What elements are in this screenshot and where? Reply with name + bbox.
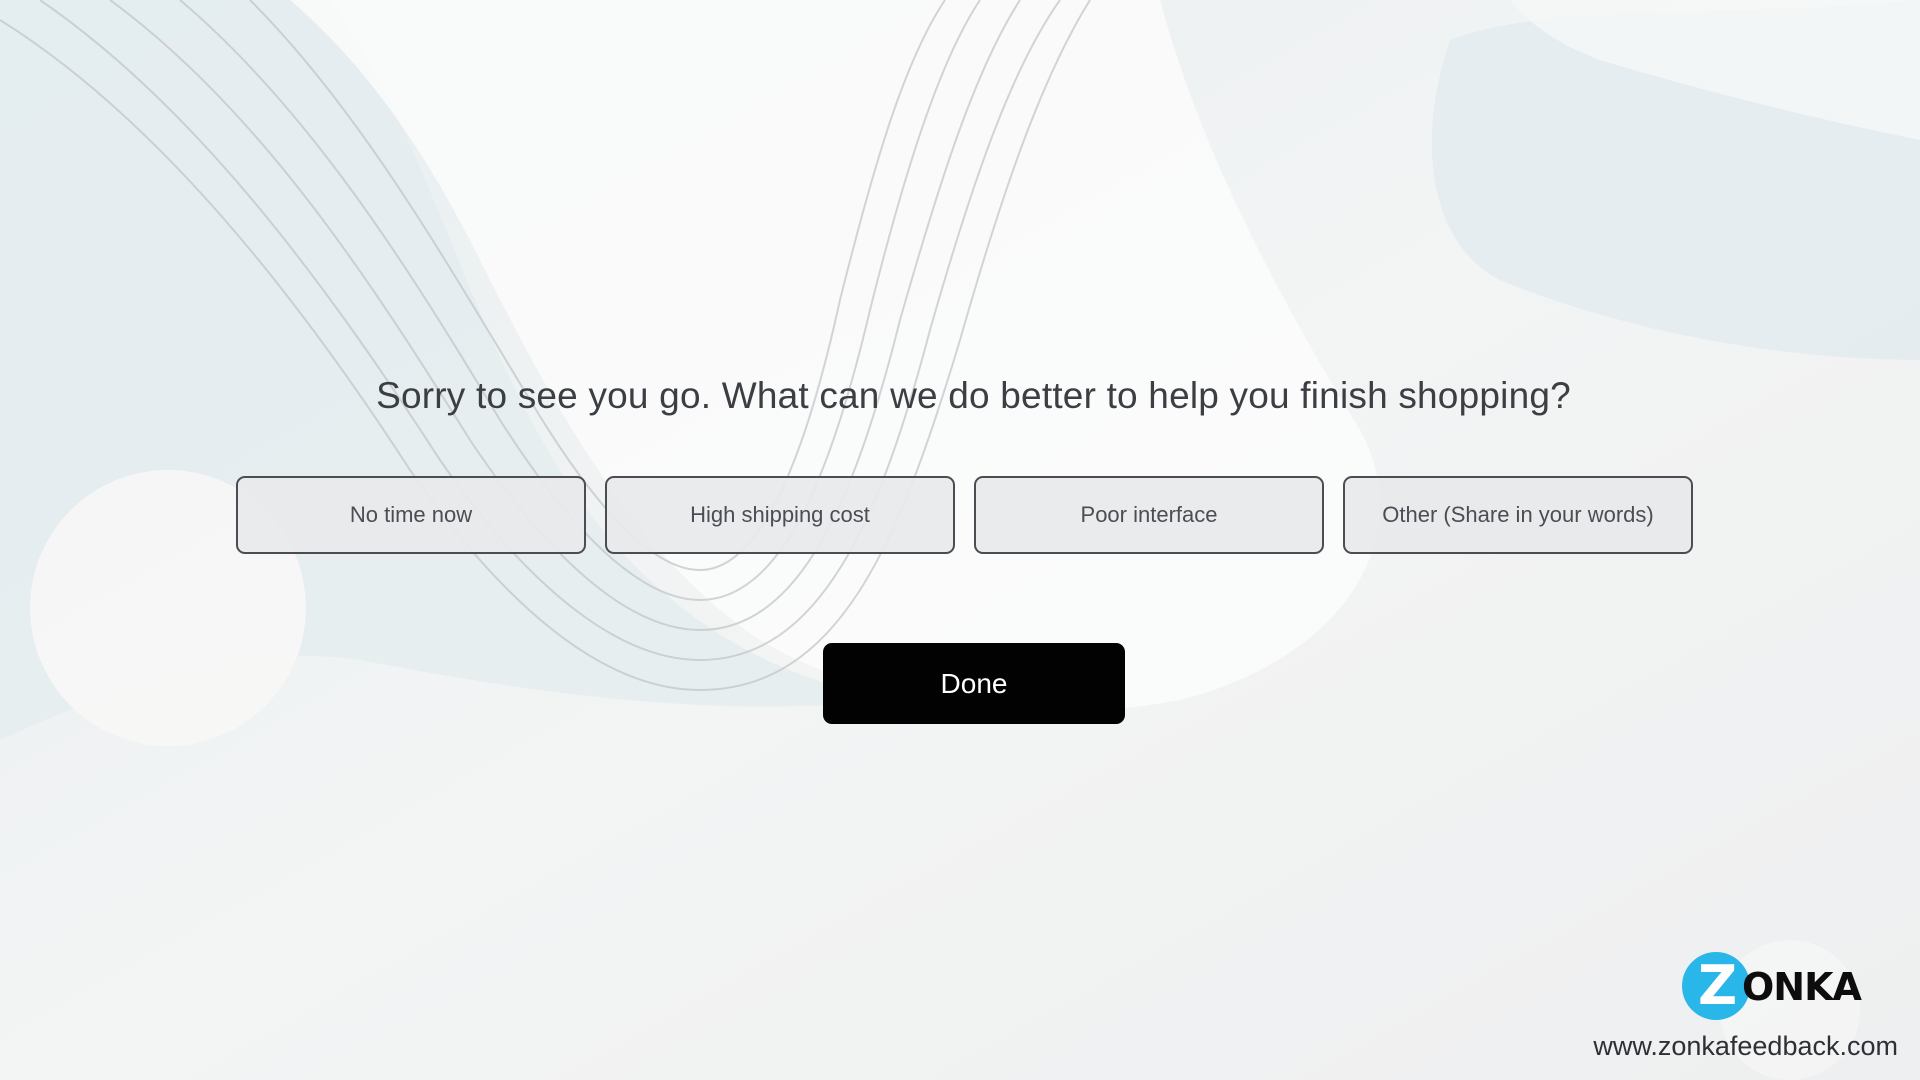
bg-wave-right	[1431, 0, 1920, 360]
done-button[interactable]: Done	[823, 643, 1125, 724]
bg-wave-white	[290, 0, 1380, 712]
website-url: www.zonkafeedback.com	[1593, 1031, 1898, 1061]
logo-wordmark: ONKA	[1742, 965, 1862, 1009]
logo-initial: Z	[1698, 954, 1738, 1017]
bg-blob-right	[1510, 0, 1920, 140]
option-other[interactable]: Other (Share in your words)	[1343, 476, 1693, 554]
option-high-shipping-cost[interactable]: High shipping cost	[605, 476, 955, 554]
option-poor-interface[interactable]: Poor interface	[974, 476, 1324, 554]
survey-question: Sorry to see you go. What can we do bett…	[376, 375, 1571, 416]
zonka-logo: Z ONKA	[1682, 950, 1862, 1022]
option-no-time-now[interactable]: No time now	[236, 476, 586, 554]
answer-options: No time now High shipping cost Poor inte…	[236, 476, 1696, 556]
bg-curved-lines	[0, 0, 1091, 692]
